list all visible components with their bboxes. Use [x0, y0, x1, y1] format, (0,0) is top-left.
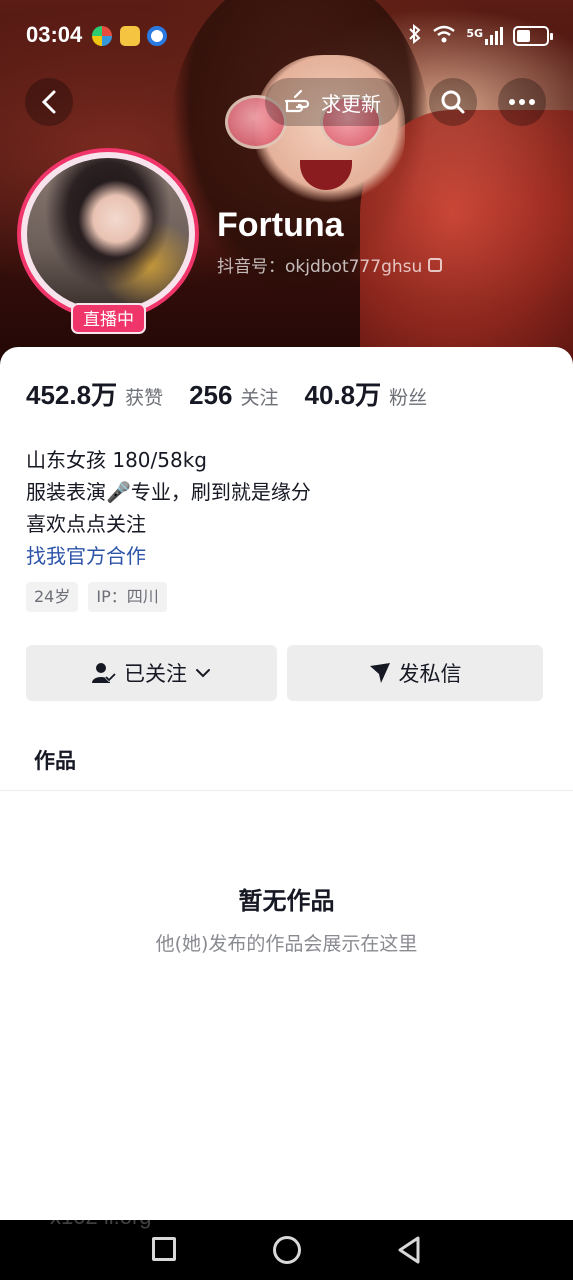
live-badge[interactable]: 直播中 — [71, 303, 146, 334]
watermark: x102 ll.org — [50, 1204, 152, 1229]
recent-apps-button[interactable] — [152, 1237, 176, 1261]
request-update-label: 求更新 — [321, 91, 381, 116]
stats-row: 452.8万 获赞 256 关注 40.8万 粉丝 — [26, 375, 453, 412]
ip-tag: IP：四川 — [88, 582, 167, 612]
avatar-image — [27, 158, 189, 310]
chevron-left-icon — [41, 90, 56, 114]
bio-line: 服装表演🎤专业，刷到就是缘分 — [26, 480, 311, 504]
back-button[interactable] — [25, 78, 73, 126]
home-button[interactable] — [273, 1236, 301, 1264]
copy-icon[interactable] — [428, 257, 443, 272]
bio-line: 山东女孩 180/58kg — [26, 448, 207, 472]
back-triangle-icon[interactable] — [396, 1235, 422, 1265]
request-update-button[interactable]: 求更新 — [265, 78, 399, 126]
pointing-hand-icon — [284, 89, 310, 113]
search-button[interactable] — [429, 78, 477, 126]
message-button[interactable]: 发私信 — [287, 645, 543, 701]
tag-row: 24岁 IP：四川 — [26, 582, 167, 612]
stat-label: 获赞 — [125, 387, 164, 409]
stat-label: 粉丝 — [389, 387, 428, 409]
send-icon — [369, 663, 390, 683]
user-check-icon — [92, 663, 116, 683]
browser-notification-icon — [147, 26, 167, 46]
app-notification-icon — [92, 26, 112, 46]
chevron-down-icon — [196, 669, 210, 678]
profile-sheet: 452.8万 获赞 256 关注 40.8万 粉丝 山东女孩 180/58kg … — [0, 347, 573, 1220]
battery-icon — [513, 26, 553, 46]
divider — [0, 790, 573, 791]
stat-value: 256 — [189, 380, 233, 410]
status-bar: 03:04 5G — [0, 0, 573, 72]
profile-name: Fortuna — [217, 206, 344, 244]
tab-works[interactable]: 作品 — [34, 745, 76, 775]
stat-followers[interactable]: 40.8万 粉丝 — [305, 375, 428, 412]
avatar[interactable] — [17, 148, 199, 320]
stat-following[interactable]: 256 关注 — [189, 380, 278, 411]
more-dots-icon — [509, 99, 535, 105]
stat-likes[interactable]: 452.8万 获赞 — [26, 375, 163, 412]
stat-value: 40.8万 — [304, 380, 382, 410]
stat-value: 452.8万 — [26, 380, 118, 410]
app-notification-icon — [120, 26, 140, 46]
followed-label: 已关注 — [124, 662, 187, 686]
age-tag: 24岁 — [26, 582, 79, 612]
bio-line: 喜欢点点关注 — [26, 512, 146, 536]
bio: 山东女孩 180/58kg 服装表演🎤专业，刷到就是缘分 喜欢点点关注 找我官方… — [26, 444, 311, 572]
wifi-icon — [432, 25, 456, 47]
bluetooth-icon — [408, 23, 422, 48]
douyin-id: 抖音号：okjdbot777ghsu — [217, 257, 423, 277]
status-time: 03:04 — [26, 22, 83, 47]
empty-state-subtitle: 他(她)发布的作品会展示在这里 — [155, 933, 418, 955]
message-label: 发私信 — [398, 662, 462, 686]
stat-label: 关注 — [240, 387, 279, 409]
douyin-id-row[interactable]: 抖音号：okjdbot777ghsu — [217, 252, 443, 277]
followed-button[interactable]: 已关注 — [26, 645, 277, 701]
signal-icon: 5G — [466, 27, 503, 45]
empty-state-title: 暂无作品 — [238, 887, 335, 915]
business-link[interactable]: 找我官方合作 — [26, 540, 311, 572]
more-button[interactable] — [498, 78, 546, 126]
search-icon — [441, 90, 465, 114]
